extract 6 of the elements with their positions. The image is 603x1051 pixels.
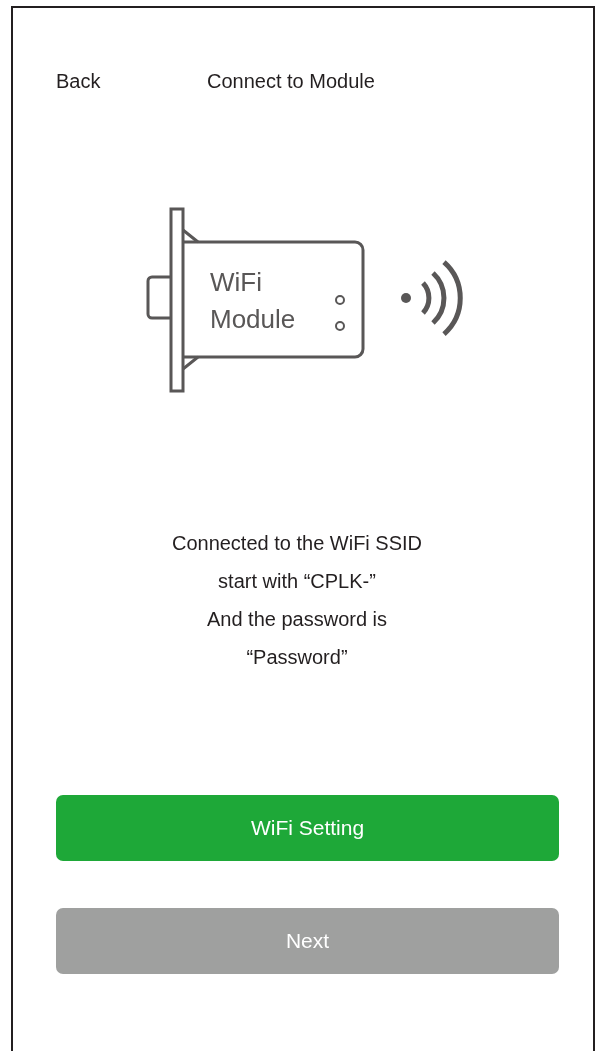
wireless-signal-icon [401, 260, 463, 336]
screen-title: Connect to Module [207, 69, 375, 93]
instruction-text: Connected to the WiFi SSID start with “CPLK-” And the password is “Password” [170, 531, 424, 670]
action-button[interactable]: WiFi Setting [56, 795, 559, 861]
module-label: WiFi Module [210, 267, 296, 334]
back-link[interactable]: Back [56, 69, 207, 93]
